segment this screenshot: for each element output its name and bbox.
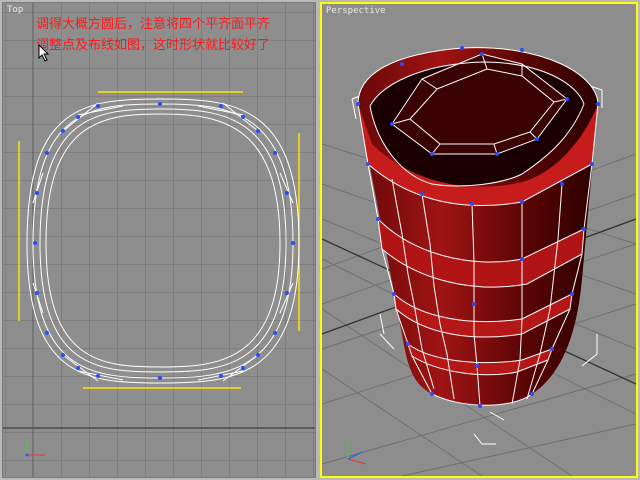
tutorial-note-line-2: 调整点及布线如图，这时形状就比较好了 <box>36 38 271 53</box>
top-viewport-label[interactable]: Top <box>7 5 23 15</box>
perspective-viewport-label[interactable]: Perspective <box>326 6 386 16</box>
mouse-cursor-icon <box>38 44 50 62</box>
top-viewport[interactable]: Top <box>2 2 316 478</box>
perspective-viewport-canvas[interactable] <box>322 4 636 476</box>
tutorial-note-line-1: 调得大概方圆后，注意将四个平齐面平齐 <box>36 17 271 32</box>
top-viewport-canvas[interactable] <box>3 3 315 477</box>
perspective-viewport[interactable]: Perspective <box>320 2 638 478</box>
